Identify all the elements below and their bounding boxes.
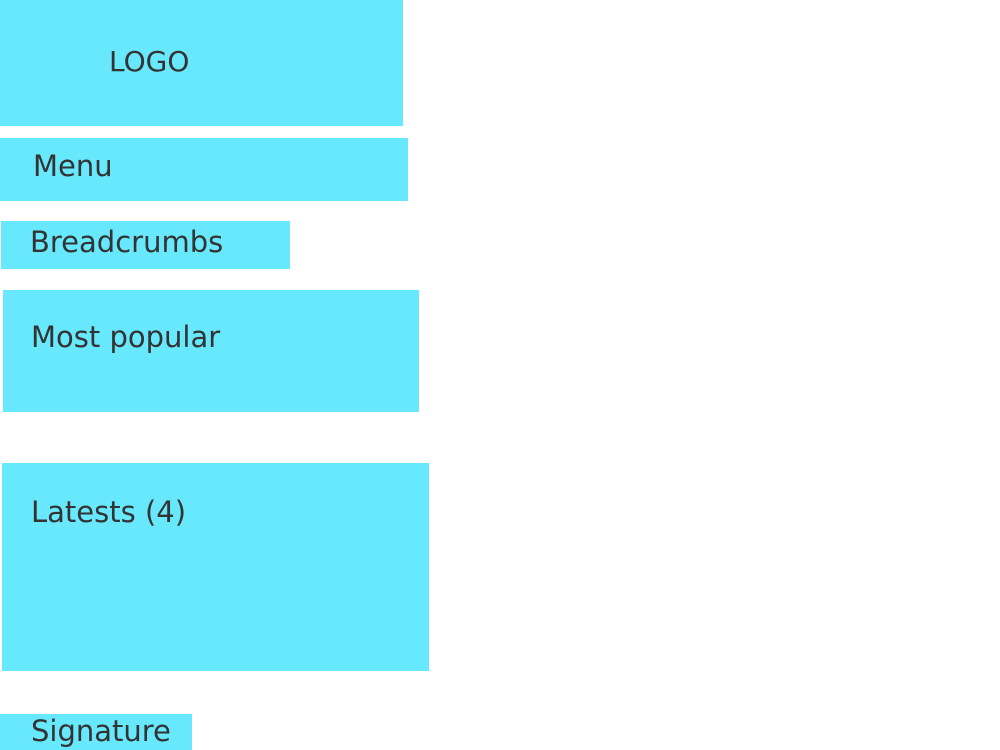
menu-block: Menu: [0, 138, 408, 201]
most-popular-label: Most popular: [31, 320, 221, 354]
menu-label: Menu: [33, 149, 113, 183]
breadcrumbs-label: Breadcrumbs: [30, 225, 224, 259]
signature-block: Signature: [0, 714, 192, 750]
logo-label: LOGO: [109, 45, 190, 78]
latests-label: Latests (4): [31, 495, 187, 529]
signature-label: Signature: [31, 714, 171, 748]
latests-block: Latests (4): [2, 463, 429, 671]
most-popular-block: Most popular: [3, 290, 419, 412]
logo-block: LOGO: [0, 0, 403, 126]
breadcrumbs-block: Breadcrumbs: [1, 221, 290, 269]
wireframe-canvas: LOGO Menu Breadcrumbs Most popular Lates…: [0, 0, 1000, 750]
